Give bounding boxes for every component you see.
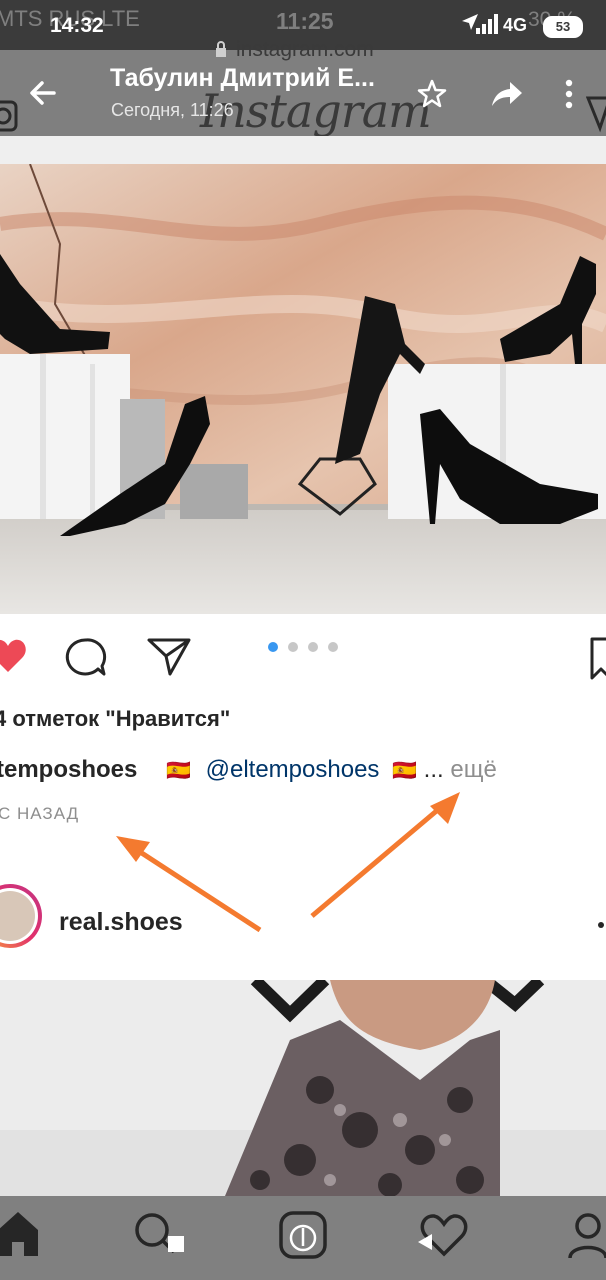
carousel-dots: [268, 642, 340, 654]
header-divider: [0, 136, 606, 164]
activity-heart-icon[interactable]: [416, 1212, 472, 1258]
center-time-ghost: 11:25: [276, 8, 334, 34]
chat-subtitle: Сегодня, 11:26: [111, 100, 234, 120]
camera-icon[interactable]: [0, 96, 20, 136]
home-icon[interactable]: [0, 1210, 40, 1258]
comment-icon[interactable]: [64, 636, 108, 680]
chat-title: Табулин Дмитрий Е...: [110, 64, 375, 92]
next-post-image[interactable]: [0, 980, 606, 1196]
shoes-photo: [0, 164, 606, 614]
bottom-nav: [0, 1196, 606, 1280]
battery-icon: 53: [543, 16, 583, 38]
like-heart-icon[interactable]: [0, 636, 28, 676]
send-icon[interactable]: [146, 636, 192, 678]
network-type: 4G: [503, 15, 528, 35]
likes-count[interactable]: 4 отметок "Нравится": [0, 706, 230, 732]
more-vertical-icon[interactable]: [563, 78, 575, 110]
add-post-icon[interactable]: [278, 1210, 328, 1260]
status-time: 14:32: [50, 14, 104, 37]
carousel-dot-active: [268, 642, 278, 652]
post-image[interactable]: [0, 164, 606, 614]
share-icon[interactable]: [490, 80, 524, 108]
chat-header: instagram.com Instagram Табулин Дмитрий …: [0, 38, 606, 138]
carousel-dot: [308, 642, 318, 652]
direct-icon[interactable]: [586, 94, 606, 134]
signal-icon: [476, 14, 498, 34]
carousel-dot: [288, 642, 298, 652]
boots-photo: [0, 980, 606, 1196]
battery-level: 53: [555, 19, 571, 34]
back-arrow-icon[interactable]: [28, 78, 58, 108]
post-options-icon[interactable]: [598, 922, 604, 928]
search-icon[interactable]: [132, 1210, 188, 1258]
next-post-username[interactable]: real.shoes: [59, 908, 183, 937]
profile-icon[interactable]: [566, 1212, 606, 1260]
bookmark-icon[interactable]: [588, 636, 606, 682]
carousel-dot: [328, 642, 338, 652]
lock-icon: [216, 41, 226, 57]
star-icon[interactable]: [416, 78, 448, 110]
url-ghost: instagram.com: [236, 38, 374, 61]
